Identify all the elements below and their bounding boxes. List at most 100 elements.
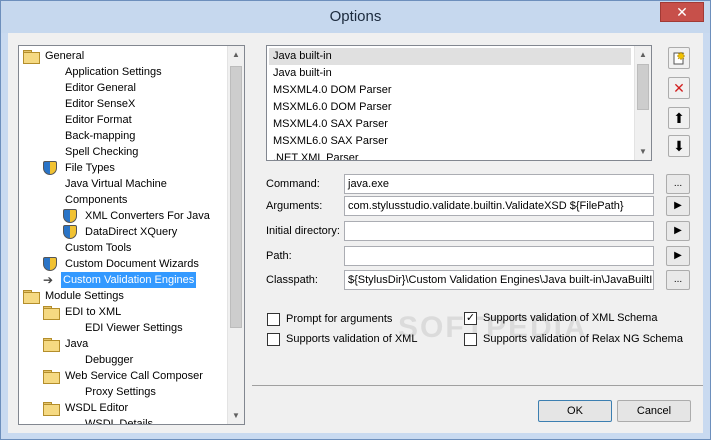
delete-engine-button[interactable]: ✕ <box>668 77 690 99</box>
validate-xml-checkbox[interactable] <box>267 332 280 346</box>
validate-xml-checkbox-row[interactable]: Supports validation of XML <box>267 330 417 348</box>
tree-item[interactable]: Spell Checking <box>63 144 140 160</box>
tree-item-label: File Types <box>65 162 115 174</box>
scroll-up-icon[interactable]: ▲ <box>228 46 244 63</box>
engine-list-item[interactable]: MSXML4.0 DOM Parser <box>269 82 631 99</box>
tree-item[interactable]: Module Settings <box>23 288 126 304</box>
move-up-button[interactable]: ⬆ <box>668 107 690 129</box>
options-tree[interactable]: General Application Settings Editor Genera… <box>18 45 245 425</box>
shield-icon <box>43 161 57 175</box>
tree-item[interactable]: Back-mapping <box>63 128 137 144</box>
tree-item-label: Java Virtual Machine <box>65 178 167 190</box>
title-bar[interactable]: Options ✕ <box>1 1 710 33</box>
shield-icon <box>63 209 77 223</box>
tree-item[interactable]: Java <box>43 336 90 352</box>
scroll-down-icon[interactable]: ▼ <box>635 143 651 160</box>
tree-item[interactable]: XML Converters For Java <box>63 208 212 224</box>
delete-x-icon: ✕ <box>673 80 685 96</box>
tree-item[interactable]: Custom Document Wizards <box>43 256 201 272</box>
scroll-up-icon[interactable]: ▲ <box>635 46 651 63</box>
validate-xml-schema-label: Supports validation of XML Schema <box>483 312 658 324</box>
engine-list-item[interactable]: .NET XML Parser <box>269 150 631 160</box>
tree-item-label: Components <box>65 194 128 206</box>
shield-icon <box>63 225 77 239</box>
tree-item-label: Custom Document Wizards <box>65 258 199 270</box>
engine-list-item[interactable]: Java built-in <box>269 65 631 82</box>
cancel-button[interactable]: Cancel <box>617 400 691 422</box>
validation-engine-list[interactable]: Java built-in Java built-in MSXML4.0 DOM P… <box>266 45 652 161</box>
classpath-browse-button[interactable]: ... <box>666 270 690 290</box>
tree-item[interactable]: Custom Tools <box>63 240 133 256</box>
tree-item[interactable]: WSDL Details <box>83 416 155 424</box>
initial-directory-label: Initial directory: <box>266 225 340 237</box>
tree-item-label: Web Service Call Composer <box>65 370 203 382</box>
validate-xml-schema-checkbox-row[interactable]: ✓ Supports validation of XML Schema <box>464 309 657 327</box>
tree-item[interactable]: General <box>23 48 86 64</box>
folder-icon <box>43 402 60 416</box>
tree-scrollbar[interactable]: ▲ ▼ <box>227 46 244 424</box>
close-button[interactable]: ✕ <box>660 2 704 22</box>
validate-xml-schema-checkbox[interactable]: ✓ <box>464 311 477 325</box>
dialog-client-area: General Application Settings Editor Genera… <box>8 33 703 433</box>
path-menu-button[interactable]: ▶ <box>666 246 690 266</box>
engine-list-item[interactable]: MSXML4.0 SAX Parser <box>269 116 631 133</box>
arguments-input[interactable]: com.stylusstudio.validate.builtin.Valida… <box>344 196 654 216</box>
prompt-arguments-label: Prompt for arguments <box>286 313 393 325</box>
tree-item-label: WSDL Editor <box>65 402 129 414</box>
tree-item[interactable]: DataDirect XQuery <box>63 224 179 240</box>
tree-item[interactable]: WSDL Editor <box>43 400 130 416</box>
tree-item[interactable]: EDI to XML <box>43 304 123 320</box>
scroll-thumb[interactable] <box>230 66 242 328</box>
command-browse-button[interactable]: ... <box>666 174 690 194</box>
ok-button[interactable]: OK <box>538 400 612 422</box>
scroll-thumb[interactable] <box>637 64 649 110</box>
tree-item[interactable]: ➔ Custom Validation Engines <box>43 272 197 288</box>
folder-icon <box>43 370 60 384</box>
command-input[interactable]: java.exe <box>344 174 654 194</box>
arrow-icon: ➔ <box>43 273 54 287</box>
classpath-label: Classpath: <box>266 274 318 286</box>
separator <box>252 385 703 386</box>
tree-item[interactable]: Application Settings <box>63 64 164 80</box>
tree-item[interactable]: EDI Viewer Settings <box>83 320 185 336</box>
tree-item[interactable]: Java Virtual Machine <box>63 176 169 192</box>
engine-list-item[interactable]: Java built-in <box>269 48 631 65</box>
validate-relax-ng-checkbox[interactable] <box>464 332 477 346</box>
tree-item[interactable]: Web Service Call Composer <box>43 368 205 384</box>
tree-item[interactable]: Debugger <box>83 352 135 368</box>
validate-relax-ng-checkbox-row[interactable]: Supports validation of Relax NG Schema <box>464 330 683 348</box>
tree-item[interactable]: Editor SenseX <box>63 96 137 112</box>
initial-directory-input[interactable] <box>344 221 654 241</box>
new-engine-button[interactable] <box>668 47 690 69</box>
tree-item-label: Debugger <box>85 354 134 366</box>
new-document-icon <box>673 51 686 65</box>
prompt-arguments-checkbox-row[interactable]: Prompt for arguments <box>267 310 392 328</box>
folder-icon <box>23 290 40 304</box>
arguments-menu-button[interactable]: ▶ <box>666 196 690 216</box>
tree-item-label: Application Settings <box>65 66 162 78</box>
path-input[interactable] <box>344 246 654 266</box>
tree-item-label: Module Settings <box>45 290 124 302</box>
engine-list-item[interactable]: MSXML6.0 DOM Parser <box>269 99 631 116</box>
tree-item-label: EDI Viewer Settings <box>85 322 183 334</box>
classpath-input[interactable]: ${StylusDir}\Custom Validation Engines\J… <box>344 270 654 290</box>
scroll-down-icon[interactable]: ▼ <box>228 407 244 424</box>
tree-item[interactable]: Editor Format <box>63 112 134 128</box>
window-title: Options <box>329 8 382 25</box>
tree-item-label: Editor General <box>65 82 136 94</box>
tree-item-label: DataDirect XQuery <box>85 226 178 238</box>
engine-list-item[interactable]: MSXML6.0 SAX Parser <box>269 133 631 150</box>
tree-item[interactable]: Components <box>63 192 129 208</box>
tree-item[interactable]: File Types <box>43 160 117 176</box>
move-down-button[interactable]: ⬇ <box>668 135 690 157</box>
initial-directory-menu-button[interactable]: ▶ <box>666 221 690 241</box>
folder-icon <box>43 338 60 352</box>
engine-list-scrollbar[interactable]: ▲ ▼ <box>634 46 651 160</box>
tree-item[interactable]: Proxy Settings <box>83 384 158 400</box>
tree-item-label: Custom Tools <box>65 242 132 254</box>
tree-item[interactable]: Editor General <box>63 80 138 96</box>
path-label: Path: <box>266 250 292 262</box>
tree-item-label: Java <box>65 338 89 350</box>
folder-icon <box>43 306 60 320</box>
prompt-arguments-checkbox[interactable] <box>267 312 280 326</box>
